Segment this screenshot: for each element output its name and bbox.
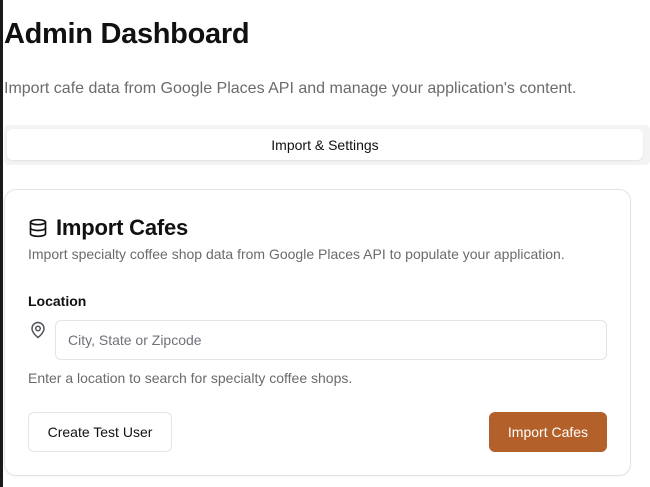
create-test-user-button[interactable]: Create Test User xyxy=(28,412,172,452)
card-description: Import specialty coffee shop data from G… xyxy=(28,246,565,262)
location-help-text: Enter a location to search for specialty… xyxy=(28,370,353,386)
tab-import-settings[interactable]: Import & Settings xyxy=(7,129,643,160)
card-title: Import Cafes xyxy=(56,215,189,240)
left-edge-divider xyxy=(0,0,3,487)
map-pin-icon xyxy=(29,321,47,339)
location-input[interactable] xyxy=(55,320,607,360)
tab-list: Import & Settings xyxy=(4,125,650,165)
database-icon xyxy=(28,218,48,238)
page-subtitle: Import cafe data from Google Places API … xyxy=(4,80,577,97)
admin-page: Admin Dashboard Import cafe data from Go… xyxy=(0,0,650,487)
page-title: Admin Dashboard xyxy=(4,18,250,50)
import-cafes-card: Import Cafes Import specialty coffee sho… xyxy=(4,189,631,476)
location-label: Location xyxy=(28,293,87,309)
card-header: Import Cafes xyxy=(28,215,188,241)
import-cafes-button[interactable]: Import Cafes xyxy=(489,412,607,452)
